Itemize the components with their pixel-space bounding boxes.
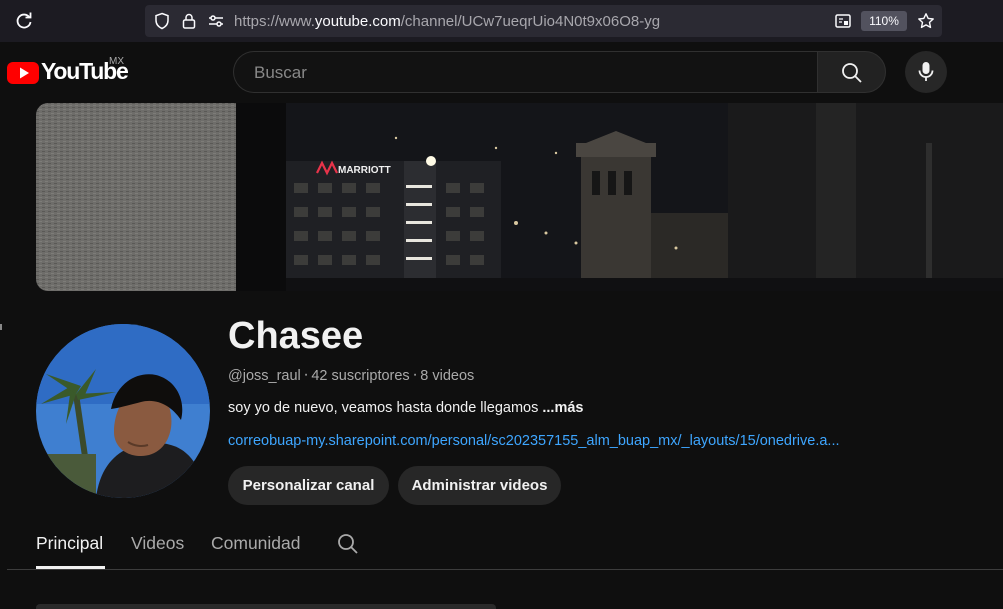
channel-external-link[interactable]: correobuap-my.sharepoint.com/personal/sc… bbox=[228, 433, 840, 449]
address-bar[interactable]: https://www.youtube.com/channel/UCw7ueqr… bbox=[145, 5, 942, 37]
youtube-logo-icon[interactable] bbox=[7, 58, 39, 86]
country-code: MX bbox=[109, 56, 124, 67]
search-box[interactable] bbox=[233, 51, 817, 94]
description-more-link[interactable]: ...más bbox=[542, 400, 583, 416]
channel-banner: MARRIOTT bbox=[36, 103, 1003, 291]
bookmark-star-icon[interactable] bbox=[917, 12, 935, 30]
meta-separator: ‧ bbox=[412, 368, 418, 384]
channel-name: Chasee bbox=[228, 315, 364, 357]
meta-separator: ‧ bbox=[303, 368, 309, 384]
tab-principal[interactable]: Principal bbox=[36, 533, 103, 554]
search-icon bbox=[842, 63, 862, 83]
description-text: soy yo de nuevo, veamos hasta donde lleg… bbox=[228, 400, 543, 416]
permissions-icon[interactable] bbox=[207, 12, 225, 30]
shield-icon[interactable] bbox=[153, 12, 171, 30]
manage-videos-button[interactable]: Administrar videos bbox=[398, 466, 561, 505]
tab-comunidad[interactable]: Comunidad bbox=[211, 533, 301, 554]
url-path: /channel/UCw7ueqrUio4N0t9x06O8-yg bbox=[400, 13, 661, 30]
lock-icon[interactable] bbox=[180, 12, 198, 30]
url-host: youtube.com bbox=[314, 13, 401, 30]
search-input[interactable] bbox=[252, 52, 796, 94]
zoom-level-badge[interactable]: 110% bbox=[861, 11, 907, 31]
tabs-divider bbox=[7, 569, 1003, 570]
search-button[interactable] bbox=[817, 51, 886, 93]
reload-icon[interactable] bbox=[14, 11, 34, 31]
edge-marker bbox=[0, 324, 2, 330]
customize-channel-button[interactable]: Personalizar canal bbox=[228, 466, 389, 505]
browser-toolbar: https://www.youtube.com/channel/UCw7ueqr… bbox=[0, 0, 1003, 42]
channel-handle: @joss_raul bbox=[228, 368, 301, 384]
channel-search-icon[interactable] bbox=[336, 532, 360, 556]
subscriber-count: 42 suscriptores bbox=[311, 368, 410, 384]
channel-avatar[interactable] bbox=[36, 324, 210, 498]
video-count: 8 videos bbox=[420, 368, 475, 384]
content-preview-edge bbox=[36, 604, 496, 609]
banner-hotel-sign: MARRIOTT bbox=[338, 165, 391, 176]
channel-meta: @joss_raul ‧ 42 suscriptores ‧ 8 videos bbox=[228, 368, 474, 384]
reader-view-icon[interactable] bbox=[834, 12, 852, 30]
tab-videos[interactable]: Videos bbox=[131, 533, 184, 554]
url-text[interactable]: https://www.youtube.com/channel/UCw7ueqr… bbox=[234, 13, 660, 30]
channel-description[interactable]: soy yo de nuevo, veamos hasta donde lleg… bbox=[228, 400, 583, 416]
url-prefix: https://www. bbox=[234, 13, 315, 30]
mic-icon bbox=[918, 62, 934, 81]
voice-search-button[interactable] bbox=[905, 51, 947, 93]
